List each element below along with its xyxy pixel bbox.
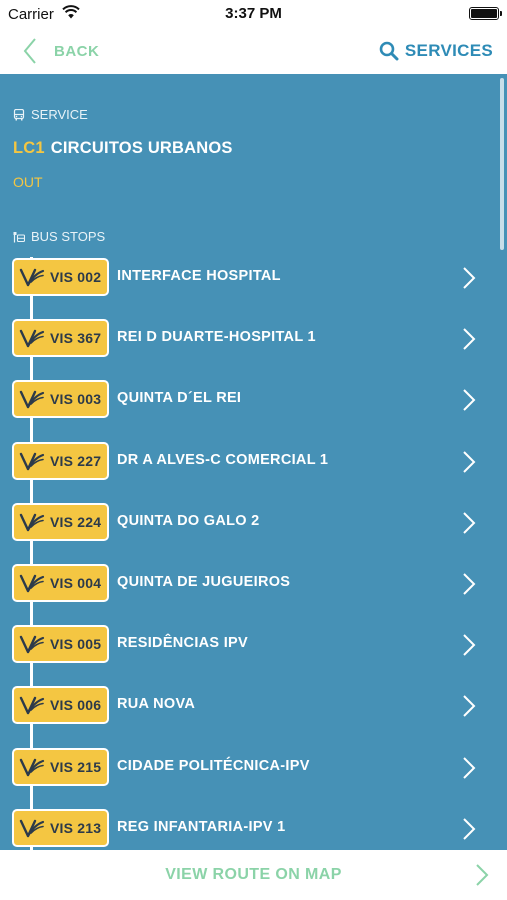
service-name: CIRCUITOS URBANOS (50, 139, 233, 157)
services-label: SERVICES (404, 41, 493, 60)
bus-stop-badge: VIS 215 (12, 747, 109, 786)
chevron-left-icon (23, 38, 36, 64)
bus-stop-badge: VIS 227 (12, 441, 109, 480)
transit-logo-icon (19, 819, 45, 837)
bus-stop-badge: VIS 004 (12, 564, 109, 602)
bus-stop-badge: VIS 367 (12, 319, 109, 358)
bus-stop-code: VIS 006 (50, 697, 102, 714)
bus-stop-row[interactable]: VIS 213 REG INFANTARIA-IPV 1 (0, 803, 507, 850)
chevron-right-icon (463, 634, 476, 656)
service-title: LC1 CIRCUITOS URBANOS (13, 139, 233, 158)
chevron-right-icon (476, 864, 489, 886)
bus-stop-name: RUA NOVA (117, 696, 196, 713)
bus-stop-name: QUINTA DO GALO 2 (117, 512, 260, 529)
bus-stop-badge: VIS 002 (12, 258, 109, 296)
bus-stop-code: VIS 005 (50, 636, 102, 653)
back-button[interactable]: BACK (22, 36, 99, 66)
battery-icon (469, 7, 502, 20)
bus-stop-row[interactable]: VIS 006 RUA NOVA (0, 680, 507, 732)
bus-stop-badge: VIS 006 (12, 686, 109, 725)
service-section-header: SERVICE (13, 107, 88, 122)
transit-logo-icon (19, 329, 45, 348)
bus-stop-row[interactable]: VIS 003 QUINTA D´EL REI (0, 374, 507, 426)
chevron-right-icon (463, 389, 476, 412)
bus-stop-name: INTERFACE HOSPITAL (117, 268, 281, 284)
chevron-right-icon (463, 756, 476, 779)
chevron-right-icon (463, 267, 476, 289)
bus-stop-name: CIDADE POLITÉCNICA-IPV (117, 757, 310, 774)
services-button[interactable]: SERVICES (379, 36, 493, 66)
service-section-label: SERVICE (31, 107, 88, 122)
bus-stop-code: VIS 002 (50, 269, 102, 285)
transit-logo-icon (19, 268, 45, 287)
transit-logo-icon (19, 452, 45, 470)
bus-icon (13, 108, 25, 120)
bus-stop-code: VIS 227 (50, 452, 102, 469)
transit-logo-icon (19, 391, 45, 409)
bus-stops-section-label: BUS STOPS (31, 229, 106, 244)
bus-stop-row[interactable]: VIS 002 INTERFACE HOSPITAL (0, 252, 507, 304)
bus-stop-name: QUINTA DE JUGUEIROS (117, 574, 291, 590)
scrollbar[interactable] (500, 78, 504, 250)
view-route-on-map-button[interactable]: VIEW ROUTE ON MAP (0, 850, 507, 900)
bus-stop-name: REG INFANTARIA-IPV 1 (117, 818, 286, 835)
bus-stop-badge: VIS 005 (12, 625, 109, 664)
bus-stop-row[interactable]: VIS 224 QUINTA DO GALO 2 (0, 497, 507, 549)
chevron-right-icon (463, 512, 476, 534)
service-code: LC1 (13, 139, 45, 157)
bus-stop-code: VIS 215 (50, 758, 102, 775)
status-time: 3:37 PM (225, 5, 282, 22)
bus-stop-code: VIS 367 (50, 330, 102, 347)
chevron-right-icon (463, 450, 476, 473)
bus-stop-name: QUINTA D´EL REI (117, 390, 242, 407)
chevron-right-icon (463, 818, 476, 840)
bus-stop-name: REI D DUARTE-HOSPITAL 1 (117, 329, 316, 346)
chevron-right-icon (463, 695, 476, 718)
service-direction: OUT (13, 174, 43, 190)
bus-stop-row[interactable]: VIS 005 RESIDÊNCIAS IPV (0, 619, 507, 671)
bus-stop-code: VIS 004 (50, 575, 102, 591)
transit-logo-icon (19, 635, 45, 654)
bus-stops-section-header: BUS STOPS (13, 229, 105, 244)
back-label: BACK (54, 42, 100, 60)
transit-logo-icon (19, 758, 45, 776)
bus-stop-badge: VIS 213 (12, 808, 109, 847)
bus-stop-code: VIS 003 (50, 391, 102, 408)
bus-stop-row[interactable]: VIS 227 DR A ALVES-C COMERCIAL 1 (0, 436, 507, 488)
bus-stop-badge: VIS 003 (12, 380, 109, 419)
transit-logo-icon (19, 697, 45, 715)
chevron-right-icon (463, 573, 476, 595)
status-bar: Carrier 3:37 PM (0, 0, 507, 28)
bus-stop-code: VIS 224 (50, 513, 102, 530)
view-route-label: VIEW ROUTE ON MAP (165, 866, 342, 883)
bus-stop-row[interactable]: VIS 367 REI D DUARTE-HOSPITAL 1 (0, 313, 507, 365)
bus-stop-row[interactable]: VIS 004 QUINTA DE JUGUEIROS (0, 558, 507, 610)
transit-logo-icon (19, 574, 45, 593)
bus-stop-name: DR A ALVES-C COMERCIAL 1 (117, 451, 329, 468)
bus-stop-row[interactable]: VIS 215 CIDADE POLITÉCNICA-IPV (0, 742, 507, 794)
bus-stop-badge: VIS 224 (12, 502, 109, 541)
search-icon (379, 41, 399, 61)
bus-stop-code: VIS 213 (50, 819, 102, 836)
navigation-bar: BACK SERVICES (0, 28, 507, 74)
bus-stop-icon (13, 231, 25, 242)
bus-stop-name: RESIDÊNCIAS IPV (117, 635, 248, 652)
service-detail-panel: SERVICE LC1 CIRCUITOS URBANOS OUT BUS STO… (0, 74, 507, 850)
chevron-right-icon (463, 328, 476, 350)
transit-logo-icon (19, 513, 45, 531)
